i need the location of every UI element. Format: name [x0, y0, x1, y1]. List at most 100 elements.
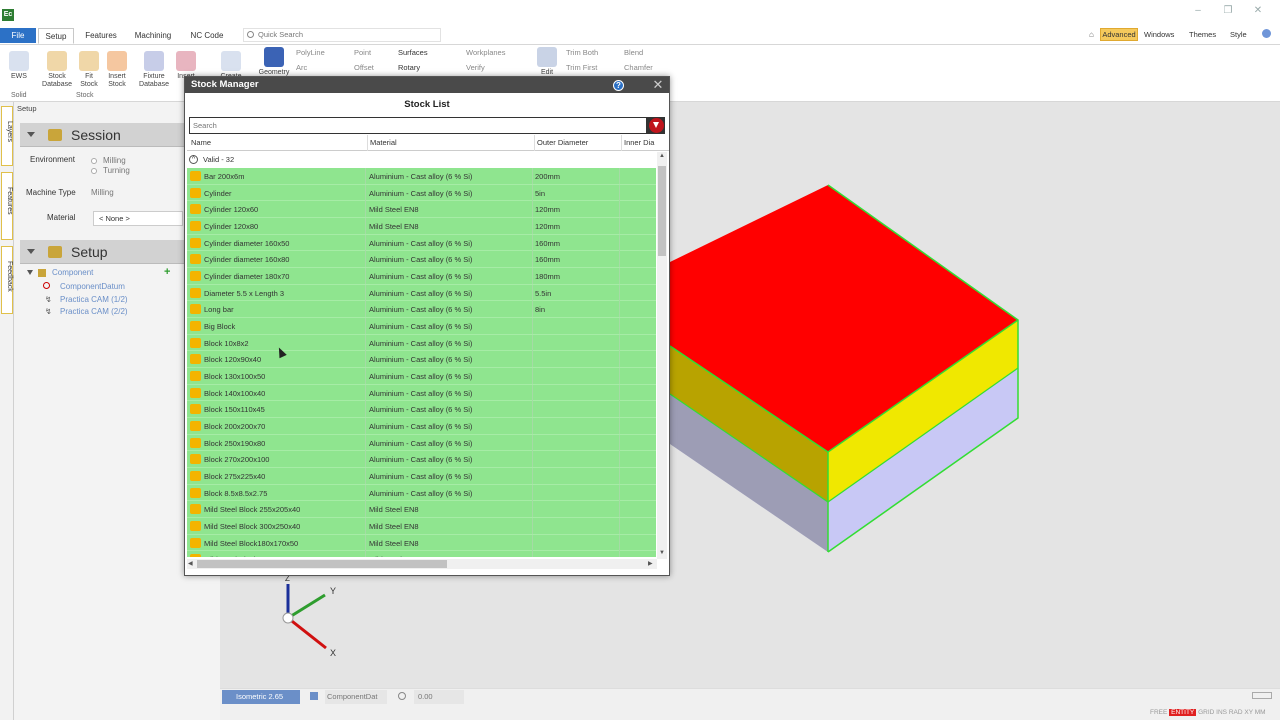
rotary-button[interactable]: Rotary — [398, 63, 420, 72]
tree-item-practica-1[interactable]: Practica CAM (1/2) — [60, 295, 128, 304]
add-icon[interactable]: + — [164, 266, 170, 278]
search-input[interactable] — [190, 118, 646, 133]
value-input[interactable]: 0.00 — [414, 690, 464, 704]
table-row[interactable]: Cylinder 120x80 Mild Steel EN8 120mm — [187, 218, 656, 235]
tab-features[interactable]: Features — [80, 28, 122, 44]
table-row[interactable]: Block 8.5x8.5x2.75 Aluminium - Cast alloy… — [187, 484, 656, 502]
flag-xy[interactable]: XY — [1244, 709, 1253, 716]
table-row[interactable]: Big Block Aluminium - Cast alloy (6 % Si) — [187, 318, 656, 335]
filter-icon[interactable] — [649, 118, 664, 133]
scroll-right-icon[interactable]: ▶ — [648, 560, 653, 567]
tab-file[interactable]: File — [0, 28, 36, 43]
table-row[interactable]: Block 250x190x80 Aluminium - Cast alloy (… — [187, 434, 656, 452]
home-icon[interactable]: ⌂ — [1089, 30, 1094, 39]
help-globe-icon[interactable] — [1262, 29, 1271, 38]
restore-icon[interactable]: ❐ — [1218, 4, 1238, 18]
geometry-button[interactable]: Geometry — [256, 47, 292, 77]
themes-menu[interactable]: Themes — [1189, 30, 1216, 39]
scroll-left-icon[interactable]: ◀ — [188, 560, 193, 567]
table-row[interactable]: Block 200x200x70 Aluminium - Cast alloy (… — [187, 418, 656, 435]
tree-item-component[interactable]: Component — [52, 268, 93, 277]
collapse-group-icon[interactable]: ^ — [189, 155, 198, 164]
table-row[interactable]: Mild Steel Block 255x205x40 Mild Steel EN… — [187, 501, 656, 519]
point-button[interactable]: Point — [354, 48, 371, 57]
vertical-scrollbar[interactable]: ▲ ▼ — [657, 152, 667, 559]
tab-layers[interactable]: Layers — [1, 106, 13, 166]
table-row[interactable]: Mild Steel Block 300x250x40 Mild Steel EN… — [187, 518, 656, 535]
horizontal-scrollbar[interactable]: ◀ ▶ — [187, 559, 657, 569]
column-inner-diameter[interactable]: Inner Dia — [624, 138, 654, 147]
ews-button[interactable]: EWS — [4, 51, 34, 81]
table-row[interactable]: Block 275x225x40 Aluminium - Cast alloy (… — [187, 468, 656, 485]
trim-first-button[interactable]: Trim First — [566, 63, 597, 72]
horizontal-scroll-thumb[interactable] — [197, 560, 447, 568]
scroll-down-icon[interactable]: ▼ — [659, 550, 665, 556]
tree-item-datum[interactable]: ComponentDatum — [60, 282, 125, 291]
close-window-icon[interactable]: ✕ — [1248, 4, 1268, 18]
verify-button[interactable]: Verify — [466, 63, 485, 72]
vertical-scroll-thumb[interactable] — [658, 166, 666, 256]
setup-section-header[interactable]: Setup — [20, 240, 186, 264]
material-select[interactable]: < None > — [93, 211, 183, 226]
view-select[interactable]: Isometric 2.65 — [222, 690, 300, 704]
flag-free[interactable]: FREE — [1150, 709, 1167, 716]
stock-database-button[interactable]: Stock Database — [40, 51, 74, 89]
arc-button[interactable]: Arc — [296, 63, 307, 72]
windows-menu[interactable]: Windows — [1144, 30, 1174, 39]
chamfer-button[interactable]: Chamfer — [624, 63, 653, 72]
close-icon[interactable]: ✕ — [651, 78, 665, 92]
scroll-up-icon[interactable]: ▲ — [659, 153, 665, 159]
flag-ins[interactable]: INS — [1216, 709, 1227, 716]
layout-icon[interactable] — [1252, 692, 1272, 699]
table-row[interactable]: Mild Steel Block180x170x50 Mild Steel EN8 — [187, 534, 656, 552]
style-menu[interactable]: Style — [1230, 30, 1247, 39]
tree-item-practica-2[interactable]: Practica CAM (2/2) — [60, 307, 128, 316]
help-icon[interactable]: ? — [613, 80, 624, 91]
dialog-title[interactable]: Stock Manager — [185, 77, 669, 93]
table-row[interactable]: Long bar Aluminium - Cast alloy (6 % Si) 8… — [187, 301, 656, 319]
table-row[interactable]: Block 120x90x40 Aluminium - Cast alloy (6… — [187, 351, 656, 369]
table-row[interactable]: Diameter 5.5 x Length 3 Aluminium - Cast … — [187, 284, 656, 302]
insert-stock-button[interactable]: Insert Stock — [103, 51, 131, 89]
flag-grid[interactable]: GRID — [1198, 709, 1214, 716]
table-row[interactable]: Cylinder 120x60 Mild Steel EN8 120mm — [187, 201, 656, 218]
radio-milling[interactable] — [91, 158, 97, 164]
tree-expand-icon[interactable] — [27, 270, 33, 275]
table-row[interactable]: Cylinder Aluminium - Cast alloy (6 % Si) 5… — [187, 184, 656, 202]
table-row[interactable]: Block 130x100x50 Aluminium - Cast alloy (… — [187, 368, 656, 385]
advanced-button[interactable]: Advanced — [1100, 28, 1138, 41]
radio-turning[interactable] — [91, 168, 97, 174]
table-row[interactable]: Bar 200x6m Aluminium - Cast alloy (6 % Si… — [187, 168, 656, 185]
table-row[interactable]: Block 140x100x40 Aluminium - Cast alloy (… — [187, 384, 656, 402]
blend-button[interactable]: Blend — [624, 48, 643, 57]
session-section-header[interactable]: Session — [20, 123, 186, 147]
table-row[interactable]: Cylinder diameter 160x80 Aluminium - Cast… — [187, 251, 656, 268]
flag-entity[interactable]: ENTITY — [1169, 709, 1197, 716]
flag-mm[interactable]: MM — [1255, 709, 1266, 716]
workplanes-button[interactable]: Workplanes — [466, 48, 505, 57]
trim-both-button[interactable]: Trim Both — [566, 48, 598, 57]
tab-setup[interactable]: Setup — [38, 28, 74, 44]
column-outer-diameter[interactable]: Outer Diameter — [537, 138, 588, 147]
polyline-button[interactable]: PolyLine — [296, 48, 325, 57]
column-material[interactable]: Material — [370, 138, 397, 147]
flag-rad[interactable]: RAD — [1229, 709, 1243, 716]
datum-select[interactable]: ComponentDat — [325, 690, 387, 704]
surfaces-button[interactable]: Surfaces — [398, 48, 428, 57]
tab-feedback[interactable]: Feedback — [1, 246, 13, 314]
table-row[interactable]: Block 10x8x2 Aluminium - Cast alloy (6 % … — [187, 334, 656, 352]
tab-machining[interactable]: Machining — [130, 28, 176, 44]
table-row[interactable]: Mild Steel Block180x170x60 Mild Steel EN8 — [187, 551, 656, 557]
table-row[interactable]: Block 270x200x100 Aluminium - Cast alloy … — [187, 451, 656, 469]
tab-features-side[interactable]: Features — [1, 172, 13, 240]
group-row[interactable]: ^ Valid - 32 — [187, 152, 657, 168]
edit-button[interactable]: Edit — [536, 47, 558, 77]
offset-button[interactable]: Offset — [354, 63, 374, 72]
fit-stock-button[interactable]: Fit Stock — [76, 51, 102, 89]
table-row[interactable]: Block 150x110x45 Aluminium - Cast alloy (… — [187, 401, 656, 419]
column-name[interactable]: Name — [191, 138, 211, 147]
quick-search-input[interactable]: Quick Search — [243, 28, 441, 42]
tab-nc-code[interactable]: NC Code — [186, 28, 228, 44]
table-row[interactable]: Cylinder diameter 160x50 Aluminium - Cast… — [187, 234, 656, 252]
table-row[interactable]: Cylinder diameter 180x70 Aluminium - Cast… — [187, 268, 656, 285]
